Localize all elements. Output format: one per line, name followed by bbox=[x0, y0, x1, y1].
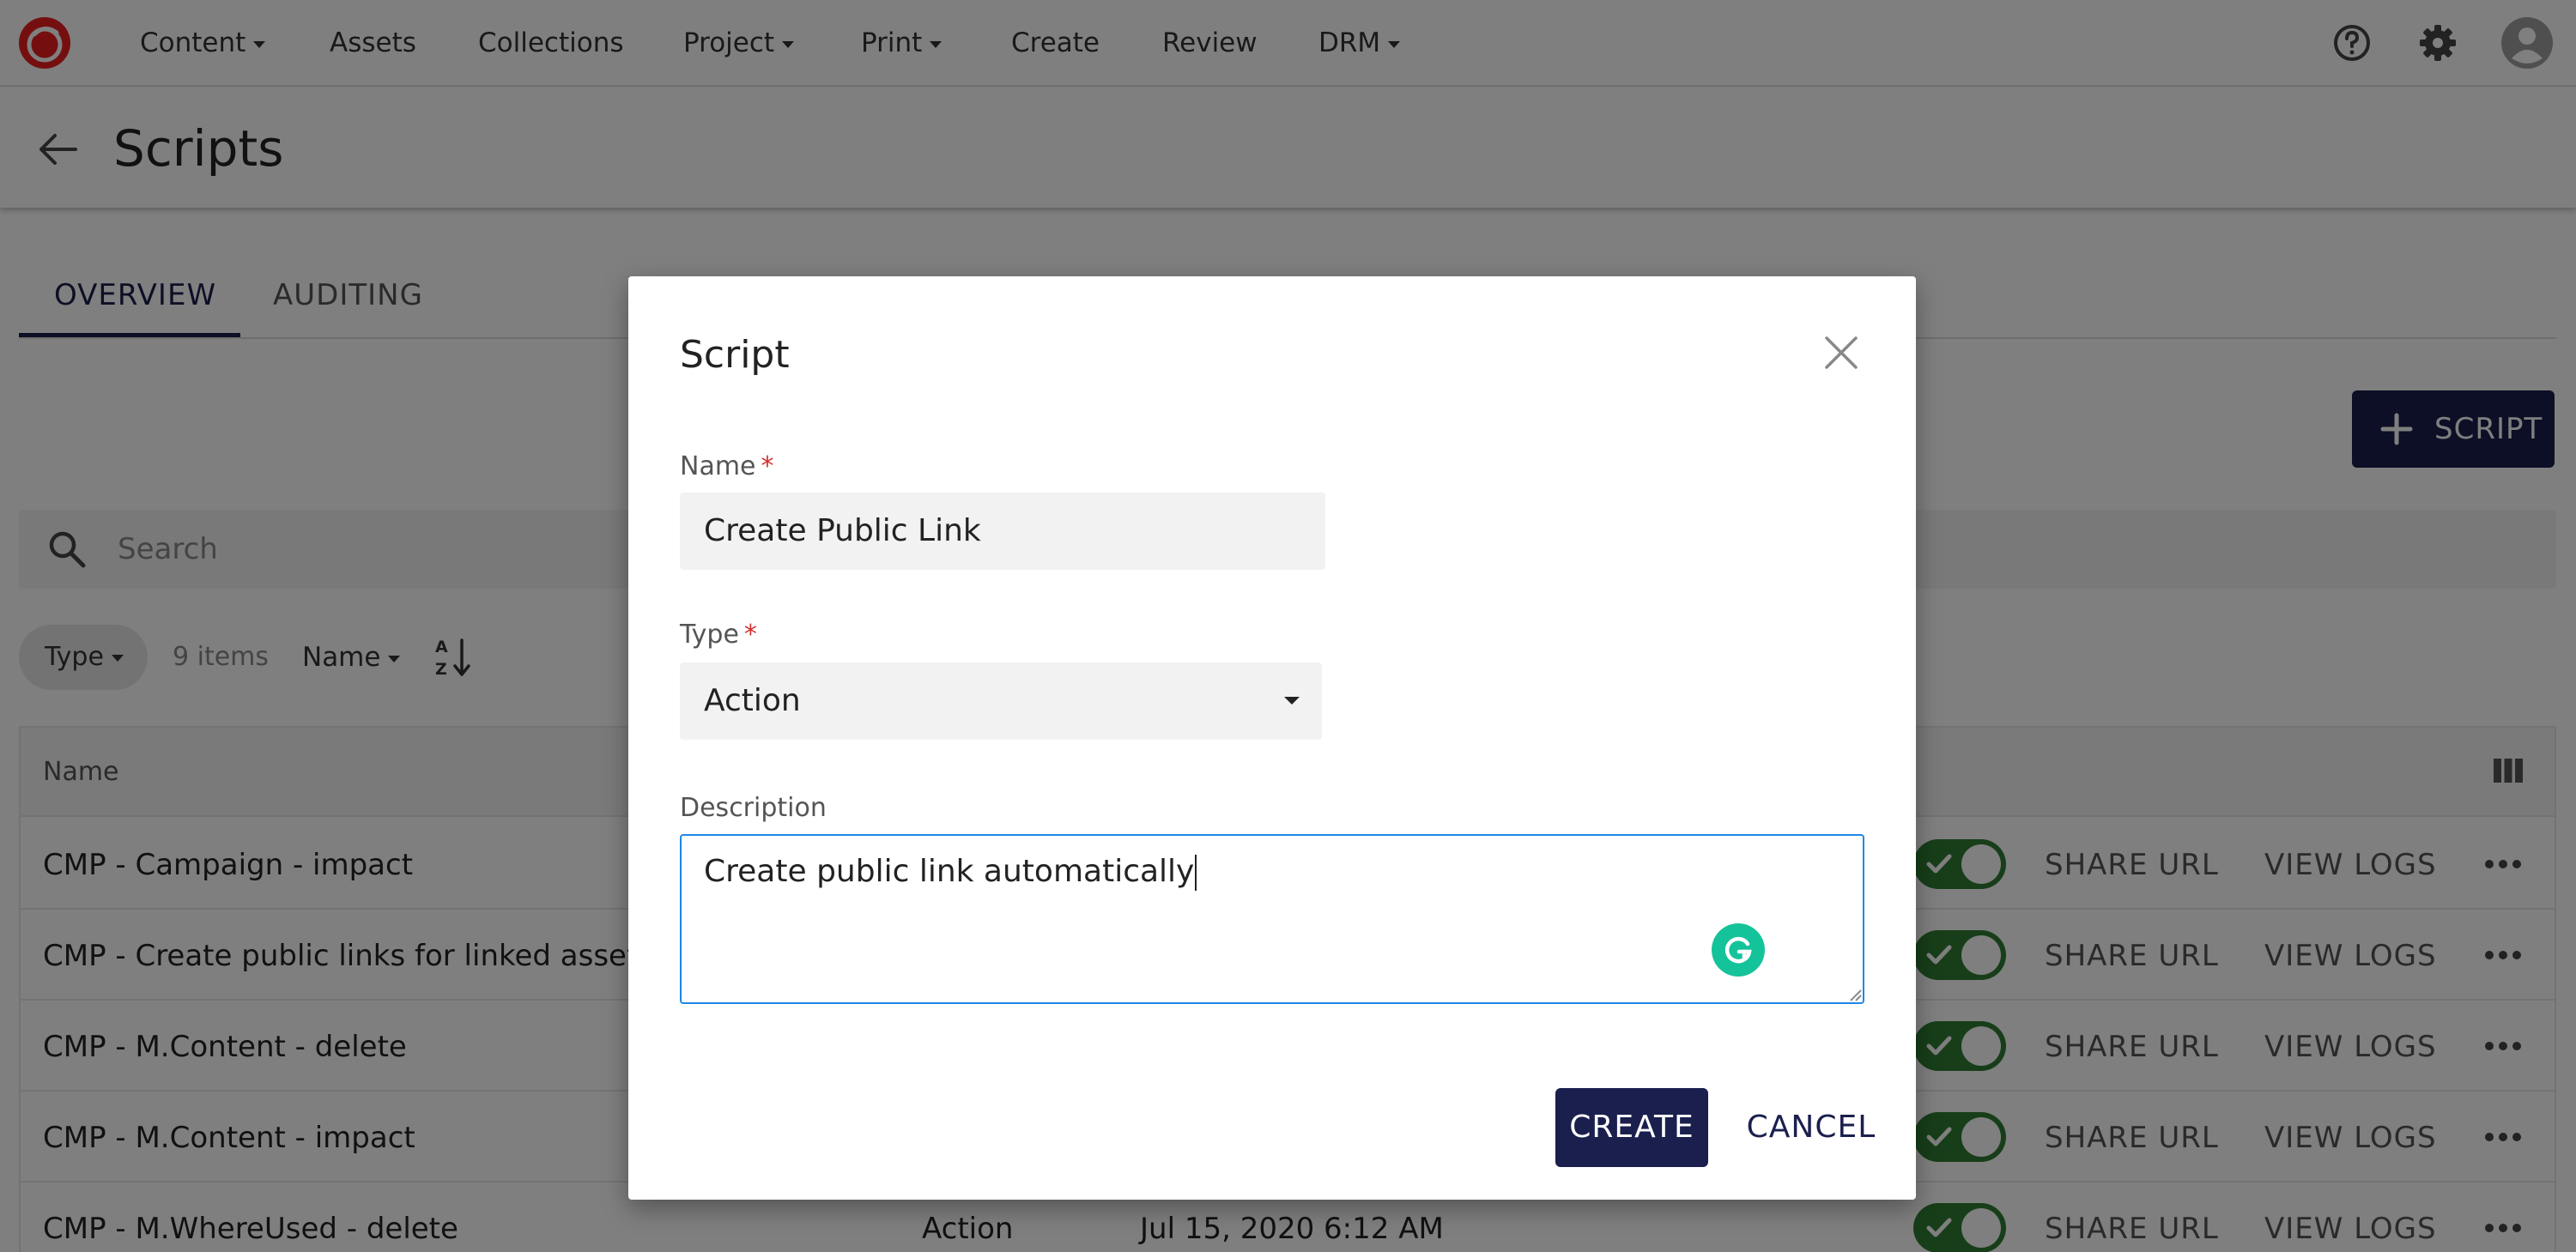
close-icon[interactable] bbox=[1823, 335, 1859, 371]
type-select[interactable]: Action bbox=[680, 662, 1322, 740]
type-label-text: Type bbox=[680, 620, 739, 650]
script-dialog: Script Name * Create Public Link Type * Ac… bbox=[628, 276, 1916, 1200]
required-mark: * bbox=[761, 451, 774, 481]
resize-handle-icon[interactable] bbox=[1847, 987, 1863, 1002]
create-button[interactable]: CREATE bbox=[1555, 1088, 1708, 1167]
description-textarea[interactable]: Create public link automatically bbox=[680, 834, 1864, 1004]
dropdown-arrow-icon bbox=[1284, 697, 1300, 705]
required-mark: * bbox=[743, 620, 757, 650]
name-field-label: Name * bbox=[680, 450, 774, 484]
type-select-value: Action bbox=[704, 683, 801, 718]
type-field-label: Type * bbox=[680, 618, 757, 652]
description-value: Create public link automatically bbox=[704, 854, 1195, 889]
grammarly-g-icon bbox=[1724, 936, 1752, 964]
name-label-text: Name bbox=[680, 451, 756, 481]
dialog-title: Script bbox=[680, 333, 790, 377]
name-field[interactable]: Create Public Link bbox=[680, 493, 1325, 570]
name-field-value: Create Public Link bbox=[704, 513, 981, 548]
cancel-button[interactable]: CANCEL bbox=[1743, 1088, 1880, 1167]
description-field-label: Description bbox=[680, 793, 827, 823]
text-cursor bbox=[1195, 855, 1197, 891]
grammarly-icon[interactable] bbox=[1712, 923, 1765, 977]
